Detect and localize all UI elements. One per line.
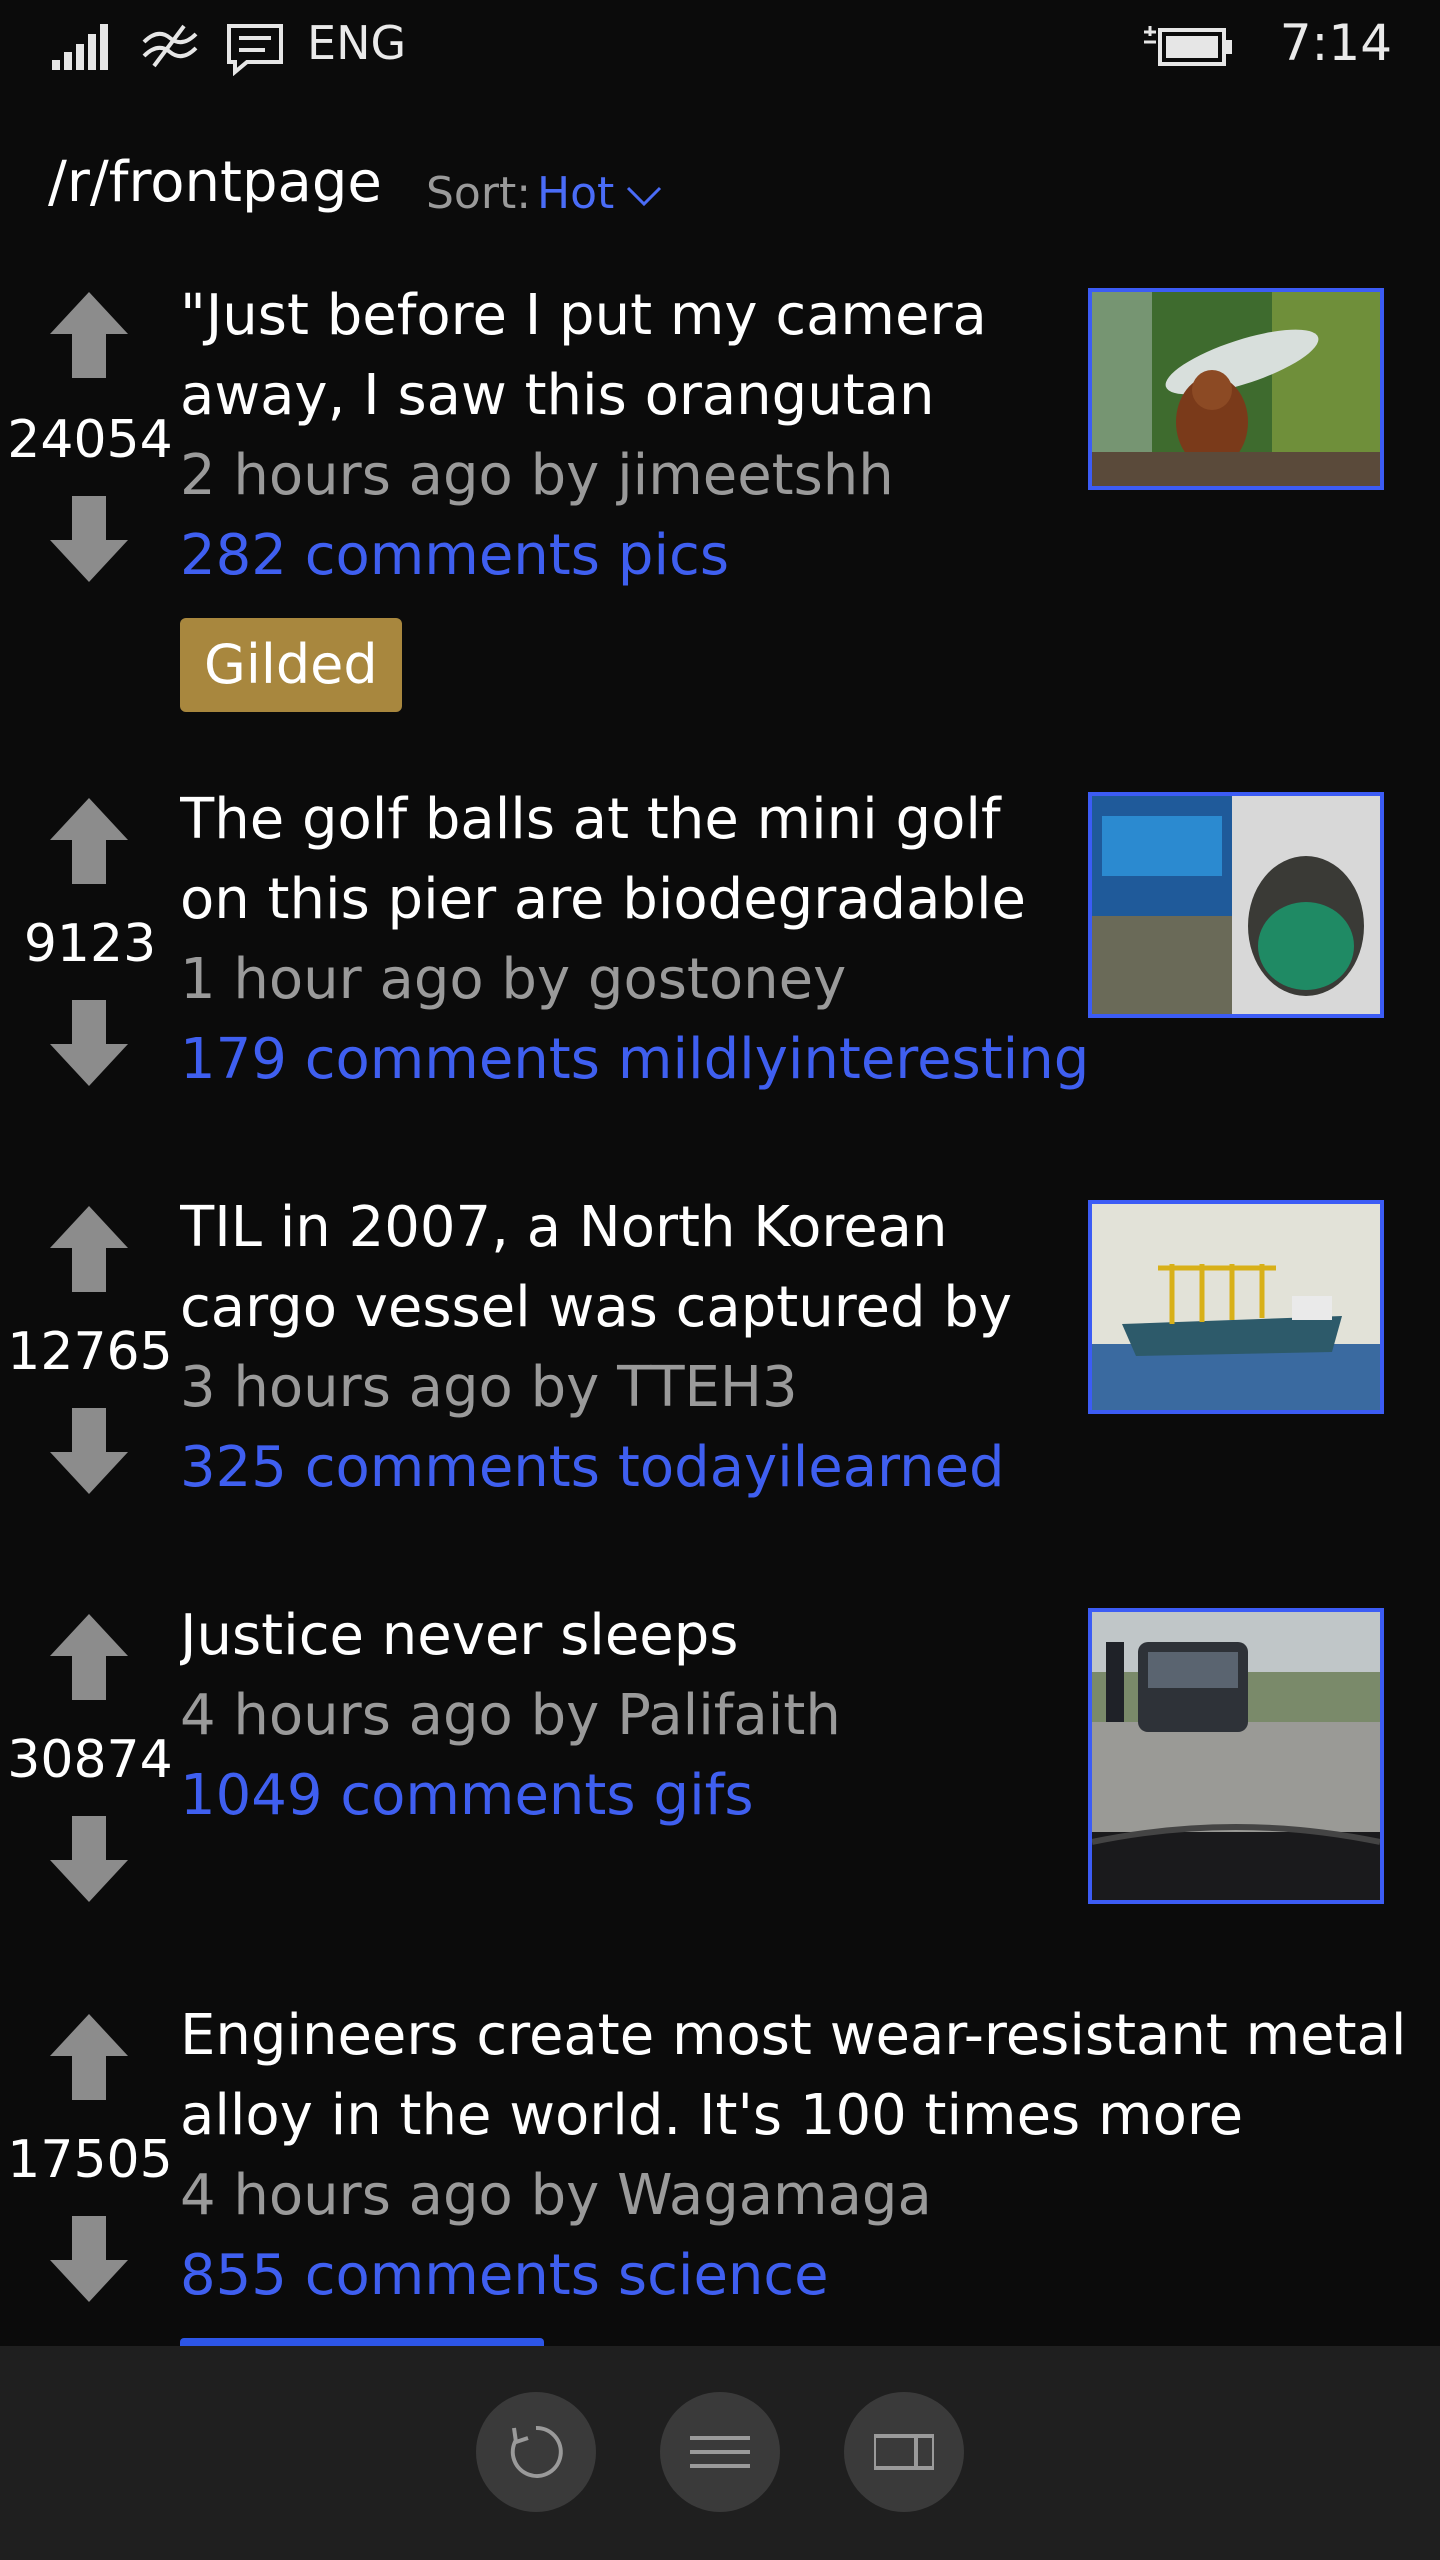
signal-icon (52, 24, 108, 70)
panel-icon (874, 2434, 934, 2470)
arrow-down-icon (50, 496, 128, 582)
comments-link[interactable]: 1049 comments (180, 1763, 636, 1828)
sort-value: Hot (537, 168, 615, 219)
post-thumbnail[interactable] (1088, 1608, 1384, 1904)
post-thumbnail[interactable] (1088, 792, 1384, 1018)
comments-link[interactable]: 325 comments (180, 1435, 600, 1500)
cargo-ship-thumbnail (1092, 1204, 1380, 1410)
upvote-button[interactable] (48, 288, 130, 382)
subreddit-link[interactable]: todayilearned (618, 1435, 1005, 1500)
subreddit-link[interactable]: gifs (654, 1763, 754, 1828)
app-bar (0, 2346, 1440, 2560)
score: 17505 (7, 2130, 173, 2190)
post-title[interactable]: "Just before I put my camera away, I saw… (180, 276, 1070, 436)
gilded-badge: Gilded (180, 618, 402, 712)
post-thumbnail[interactable] (1088, 288, 1384, 490)
downvote-button[interactable] (48, 1404, 130, 1498)
menu-icon (690, 2436, 750, 2468)
message-icon (227, 24, 283, 76)
post-thumbnail[interactable] (1088, 1200, 1384, 1414)
post-title[interactable]: Engineers create most wear-resistant met… (180, 1996, 1410, 2156)
score: 24054 (7, 410, 173, 470)
golf-balls-thumbnail (1092, 796, 1380, 1014)
post-meta: 2 hours ago by jimeetshh (180, 443, 894, 508)
score: 9123 (23, 914, 157, 974)
sort-label: Sort: (426, 168, 532, 219)
downvote-button[interactable] (48, 2212, 130, 2306)
downvote-button[interactable] (48, 492, 130, 586)
sort-dropdown[interactable]: Sort: Hot (426, 168, 662, 219)
score: 30874 (7, 1730, 173, 1790)
wifi-icon (142, 24, 198, 68)
post-meta: 3 hours ago by TTEH3 (180, 1355, 798, 1420)
page-title: /r/frontpage (48, 150, 382, 215)
post-meta: 4 hours ago by Wagamaga (180, 2163, 932, 2228)
subreddit-link[interactable]: mildlyinteresting (618, 1027, 1089, 1092)
status-bar: ENG 7:14 (0, 0, 1440, 96)
post-meta: 1 hour ago by gostoney (180, 947, 847, 1012)
post-title[interactable]: Justice never sleeps (180, 1596, 1070, 1676)
arrow-down-icon (50, 2216, 128, 2302)
comments-link[interactable]: 282 comments (180, 523, 600, 588)
arrow-up-icon (50, 1614, 128, 1700)
refresh-button[interactable] (476, 2392, 596, 2512)
menu-button[interactable] (660, 2392, 780, 2512)
orangutan-thumbnail (1092, 292, 1380, 486)
language-indicator: ENG (307, 16, 407, 70)
arrow-up-icon (50, 292, 128, 378)
upvote-button[interactable] (48, 2010, 130, 2104)
comments-link[interactable]: 855 comments (180, 2243, 600, 2308)
downvote-button[interactable] (48, 1812, 130, 1906)
arrow-up-icon (50, 1206, 128, 1292)
subreddit-link[interactable]: pics (618, 523, 729, 588)
arrow-down-icon (50, 1408, 128, 1494)
arrow-down-icon (50, 1816, 128, 1902)
post-title[interactable]: TIL in 2007, a North Korean cargo vessel… (180, 1188, 1070, 1348)
score: 12765 (7, 1322, 173, 1382)
comments-link[interactable]: 179 comments (180, 1027, 600, 1092)
police-car-thumbnail (1092, 1612, 1380, 1900)
clock: 7:14 (1279, 14, 1392, 72)
panel-button[interactable] (844, 2392, 964, 2512)
arrow-up-icon (50, 798, 128, 884)
downvote-button[interactable] (48, 996, 130, 1090)
arrow-down-icon (50, 1000, 128, 1086)
chevron-down-icon (627, 186, 662, 207)
subreddit-link[interactable]: science (618, 2243, 829, 2308)
post-title[interactable]: The golf balls at the mini golf on this … (180, 780, 1070, 940)
battery-icon (1144, 26, 1232, 66)
arrow-up-icon (50, 2014, 128, 2100)
upvote-button[interactable] (48, 794, 130, 888)
upvote-button[interactable] (48, 1202, 130, 1296)
post-meta: 4 hours ago by Palifaith (180, 1683, 841, 1748)
refresh-icon (510, 2425, 563, 2478)
upvote-button[interactable] (48, 1610, 130, 1704)
